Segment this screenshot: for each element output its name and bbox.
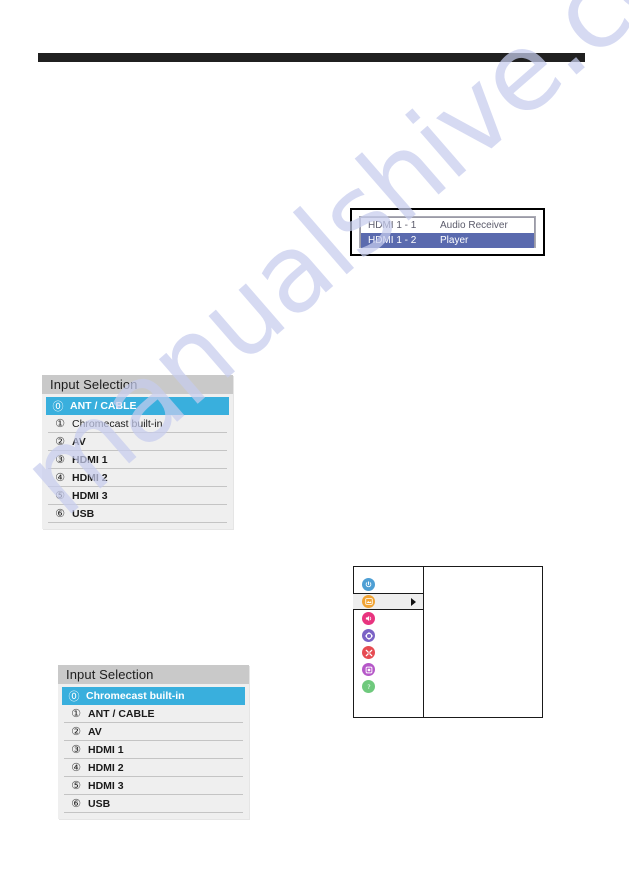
input-item-label: HDMI 1 [88, 743, 124, 756]
input-item-number: ⑤ [71, 779, 81, 792]
input-item-hdmi-1[interactable]: ③ HDMI 1 [48, 451, 227, 469]
input-item-number: ④ [71, 761, 81, 774]
hdmi-dialog-inner-frame: HDMI 1 - 1 Audio Receiver HDMI 1 - 2 Pla… [359, 216, 536, 248]
input-item-label: ANT / CABLE [70, 399, 137, 412]
submenu-arrow-icon [411, 597, 416, 606]
input-item-chromecast[interactable]: ① Chromecast built-in [48, 415, 227, 433]
input-item-label: AV [88, 725, 102, 738]
input-item-hdmi-3[interactable]: ⑤ HDMI 3 [48, 487, 227, 505]
header-rule [38, 53, 585, 62]
input-item-number: ⓪ [52, 399, 64, 413]
settings-menu-panel: ? [353, 566, 543, 718]
input-item-number: ② [55, 435, 65, 448]
power-icon [362, 578, 375, 591]
sound-icon [362, 612, 375, 625]
input-selection-menu-1: Input Selection ⓪ ANT / CABLE ① Chromeca… [42, 375, 233, 529]
input-item-number: ⑥ [71, 797, 81, 810]
input-item-label: HDMI 3 [88, 779, 124, 792]
menu-item-tools[interactable] [354, 644, 423, 661]
input-item-hdmi-2[interactable]: ④ HDMI 2 [64, 759, 243, 777]
input-item-number: ⑤ [55, 489, 65, 502]
input-item-label: Chromecast built-in [86, 689, 185, 702]
input-item-number: ⓪ [68, 689, 80, 703]
input-item-av[interactable]: ② AV [64, 723, 243, 741]
help-icon: ? [362, 680, 375, 693]
input-item-number: ③ [71, 743, 81, 756]
menu-item-settings[interactable] [354, 627, 423, 644]
input-item-number: ① [71, 707, 81, 720]
menu-item-picture[interactable] [353, 593, 423, 610]
input-selection-title: Input Selection [42, 375, 233, 394]
gear-icon [362, 629, 375, 642]
menu-item-help[interactable]: ? [354, 678, 423, 695]
hdmi-option-value: Audio Receiver [440, 220, 508, 231]
input-selection-title: Input Selection [58, 665, 249, 684]
menu-item-power[interactable] [354, 576, 423, 593]
settings-content-pane [424, 567, 542, 717]
input-item-hdmi-2[interactable]: ④ HDMI 2 [48, 469, 227, 487]
settings-icon-column: ? [353, 567, 424, 717]
input-item-number: ④ [55, 471, 65, 484]
input-item-ant-cable[interactable]: ① ANT / CABLE [64, 705, 243, 723]
input-selection-menu-2: Input Selection ⓪ Chromecast built-in ① … [58, 665, 249, 819]
input-item-label: USB [72, 507, 95, 520]
input-item-av[interactable]: ② AV [48, 433, 227, 451]
input-item-label: HDMI 2 [88, 761, 124, 774]
hdmi-input-dialog: HDMI 1 - 1 Audio Receiver HDMI 1 - 2 Pla… [350, 208, 545, 256]
input-item-label: USB [88, 797, 111, 810]
picture-icon [362, 595, 375, 608]
input-item-chromecast[interactable]: ⓪ Chromecast built-in [62, 687, 245, 705]
input-item-label: ANT / CABLE [88, 707, 155, 720]
hdmi-option-label: HDMI 1 - 2 [368, 235, 417, 246]
menu-item-lock[interactable] [354, 661, 423, 678]
hdmi-option-value: Player [440, 235, 469, 246]
tools-icon [362, 646, 375, 659]
menu-item-sound[interactable] [354, 610, 423, 627]
input-item-number: ① [55, 417, 65, 430]
input-item-label: HDMI 2 [72, 471, 108, 484]
input-item-number: ② [71, 725, 81, 738]
hdmi-option-row-selected[interactable]: HDMI 1 - 2 Player [361, 233, 534, 248]
input-selection-list: ⓪ Chromecast built-in ① ANT / CABLE ② AV… [58, 684, 249, 819]
hdmi-option-label: HDMI 1 - 1 [368, 220, 417, 231]
input-item-usb[interactable]: ⑥ USB [48, 505, 227, 523]
input-item-ant-cable[interactable]: ⓪ ANT / CABLE [46, 397, 229, 415]
lock-icon [362, 663, 375, 676]
input-item-hdmi-3[interactable]: ⑤ HDMI 3 [64, 777, 243, 795]
input-item-label: HDMI 1 [72, 453, 108, 466]
input-selection-list: ⓪ ANT / CABLE ① Chromecast built-in ② AV… [42, 394, 233, 529]
input-item-usb[interactable]: ⑥ USB [64, 795, 243, 813]
input-item-label: HDMI 3 [72, 489, 108, 502]
svg-text:?: ? [367, 683, 370, 691]
hdmi-option-row[interactable]: HDMI 1 - 1 Audio Receiver [361, 218, 534, 233]
input-item-number: ⑥ [55, 507, 65, 520]
input-item-number: ③ [55, 453, 65, 466]
input-item-hdmi-1[interactable]: ③ HDMI 1 [64, 741, 243, 759]
input-item-label: Chromecast built-in [72, 417, 163, 430]
input-item-label: AV [72, 435, 86, 448]
